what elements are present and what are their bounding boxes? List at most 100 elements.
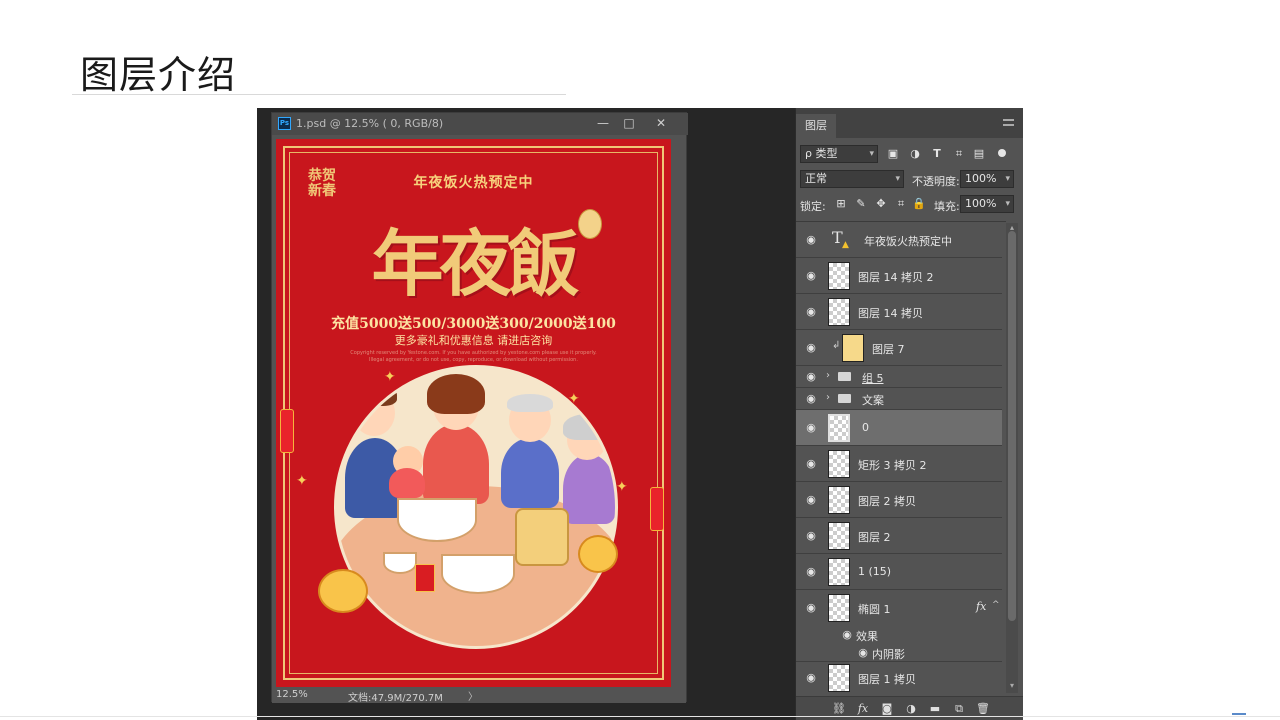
- eye-icon[interactable]: ◉: [804, 342, 818, 353]
- eye-icon[interactable]: ◉: [804, 393, 818, 404]
- eye-icon[interactable]: ◉: [840, 629, 854, 640]
- layer-row[interactable]: ◉ 图层 1 拷贝: [796, 662, 1002, 694]
- footer-divider: [0, 716, 1280, 717]
- scroll-up-icon[interactable]: ▴: [1007, 223, 1017, 232]
- layer-row[interactable]: ◉ T ▲ 年夜饭火热预定中: [796, 222, 1002, 258]
- effects-label: 效果: [856, 630, 878, 643]
- document-titlebar[interactable]: Ps 1.psd @ 12.5% ( 0, RGB/8) — □ ✕: [272, 113, 688, 135]
- close-icon[interactable]: ✕: [650, 116, 672, 132]
- layer-row[interactable]: ◉ 图层 2: [796, 518, 1002, 554]
- blend-mode-value: 正常: [805, 172, 827, 185]
- layer-row[interactable]: ◉ ↲ 图层 7: [796, 330, 1002, 366]
- new-layer-icon[interactable]: ⧉: [952, 702, 966, 716]
- lock-artboard-icon[interactable]: ⌗: [894, 197, 908, 211]
- link-icon[interactable]: ⛓: [832, 702, 846, 716]
- fill-label: 填充:: [934, 200, 960, 213]
- filter-toggle-icon[interactable]: [998, 149, 1006, 157]
- filter-smart-object-icon[interactable]: ▤: [972, 147, 986, 161]
- eye-icon[interactable]: ◉: [804, 234, 818, 245]
- layers-panel: 图层 ρ 类型 ▾ ▣ ◑ T ⌗ ▤ 正常 ▾ 不透明度: 100% ▾ 锁定…: [795, 108, 1023, 720]
- eye-icon[interactable]: ◉: [804, 306, 818, 317]
- fx-icon[interactable]: fx: [856, 702, 870, 716]
- sparkle-icon: ✦: [616, 479, 628, 495]
- layer-row[interactable]: ◉ 椭圆 1 fx ^: [796, 590, 1002, 626]
- eye-icon[interactable]: ◉: [804, 602, 818, 613]
- effect-item-row[interactable]: ◉ 内阴影: [796, 644, 1002, 662]
- status-menu-arrow-icon[interactable]: 〉: [468, 688, 478, 703]
- slide-title: 图层介绍: [80, 53, 237, 97]
- eye-icon[interactable]: ◉: [804, 566, 818, 577]
- filter-shape-icon[interactable]: ⌗: [952, 147, 966, 161]
- fx-badge-icon[interactable]: fx: [976, 600, 986, 613]
- collapse-effects-icon[interactable]: ^: [992, 600, 1000, 610]
- scrollbar-thumb[interactable]: [1008, 231, 1016, 621]
- layer-thumbnail: [828, 414, 850, 442]
- scroll-down-icon[interactable]: ▾: [1007, 681, 1017, 690]
- eye-icon[interactable]: ◉: [804, 494, 818, 505]
- clipping-mask-icon: ↲: [832, 340, 841, 351]
- eye-icon[interactable]: ◉: [856, 647, 870, 658]
- eye-icon[interactable]: ◉: [804, 422, 818, 433]
- panel-menu-icon[interactable]: [1003, 119, 1014, 126]
- poster-title: 年夜飯: [371, 221, 579, 306]
- layer-name: 年夜饭火热预定中: [864, 235, 952, 248]
- lock-all-icon[interactable]: 🔒: [912, 197, 926, 211]
- layer-thumbnail: [828, 558, 850, 586]
- lock-label: 锁定:: [800, 200, 826, 213]
- minimize-icon[interactable]: —: [592, 116, 614, 132]
- eye-icon[interactable]: ◉: [804, 672, 818, 683]
- mask-icon[interactable]: ◙: [880, 702, 894, 716]
- fill-field[interactable]: 100% ▾: [960, 195, 1014, 213]
- filter-pixel-icon[interactable]: ▣: [886, 147, 900, 161]
- firecracker-right-icon: [650, 487, 664, 531]
- layer-group-row[interactable]: ◉ › 组 5: [796, 366, 1002, 388]
- chevron-right-icon[interactable]: ›: [826, 392, 830, 403]
- filter-type-icon[interactable]: T: [930, 147, 944, 161]
- rice-bowl: [383, 552, 417, 574]
- eye-icon[interactable]: ◉: [804, 270, 818, 281]
- effects-row[interactable]: ◉ 效果: [796, 626, 1002, 644]
- filter-kind-select[interactable]: ρ 类型 ▾: [800, 145, 878, 163]
- red-envelope-icon: [415, 564, 435, 592]
- grandma-hair: [563, 414, 611, 440]
- grandma-figure: [563, 454, 615, 524]
- grandpa-figure: [501, 438, 559, 508]
- layers-scrollbar[interactable]: ▴ ▾: [1006, 223, 1018, 693]
- warning-icon: ▲: [842, 240, 849, 250]
- eye-icon[interactable]: ◉: [804, 530, 818, 541]
- lock-transparency-icon[interactable]: ⊞: [834, 197, 848, 211]
- layer-thumbnail: [828, 450, 850, 478]
- maximize-icon[interactable]: □: [618, 116, 640, 132]
- opacity-field[interactable]: 100% ▾: [960, 170, 1014, 188]
- eye-icon[interactable]: ◉: [804, 458, 818, 469]
- layer-row[interactable]: ◉ 图层 14 拷贝: [796, 294, 1002, 330]
- layer-row[interactable]: ◉ 1 (15): [796, 554, 1002, 590]
- layer-name: 图层 2 拷贝: [858, 495, 916, 508]
- zoom-level[interactable]: 12.5%: [276, 689, 308, 700]
- folder-icon: [838, 394, 851, 403]
- lock-image-icon[interactable]: ✎: [854, 197, 868, 211]
- panel-tab-bar: 图层: [796, 108, 1023, 138]
- adjustment-icon[interactable]: ◑: [904, 702, 918, 716]
- poster-promo-sub: 更多豪礼和优惠信息 请进店咨询: [394, 334, 553, 347]
- corner-mark-icon: [1232, 713, 1246, 718]
- layer-name: 1 (15): [858, 565, 892, 578]
- tab-layers[interactable]: 图层: [796, 114, 836, 138]
- trash-icon[interactable]: 🗑: [976, 702, 990, 716]
- layer-row[interactable]: ◉ 图层 14 拷贝 2: [796, 258, 1002, 294]
- layer-row-selected[interactable]: ◉ 0: [796, 410, 1002, 446]
- eye-icon[interactable]: ◉: [804, 371, 818, 382]
- filter-adjustment-icon[interactable]: ◑: [908, 147, 922, 161]
- layer-thumbnail: [828, 262, 850, 290]
- chevron-right-icon[interactable]: ›: [826, 370, 830, 381]
- lock-position-icon[interactable]: ✥: [874, 197, 888, 211]
- layer-row[interactable]: ◉ 图层 2 拷贝: [796, 482, 1002, 518]
- father-hair: [351, 384, 397, 406]
- steamer-basket: [515, 508, 569, 566]
- fill-value: 100%: [965, 197, 997, 210]
- poster-canvas[interactable]: 恭贺新春 年夜饭火热预定中 年夜飯 充值5000送500/3000送300/20…: [276, 139, 671, 687]
- blend-mode-select[interactable]: 正常 ▾: [800, 170, 904, 188]
- layer-group-row[interactable]: ◉ › 文案: [796, 388, 1002, 410]
- folder-icon[interactable]: ▬: [928, 702, 942, 716]
- layer-row[interactable]: ◉ 矩形 3 拷贝 2: [796, 446, 1002, 482]
